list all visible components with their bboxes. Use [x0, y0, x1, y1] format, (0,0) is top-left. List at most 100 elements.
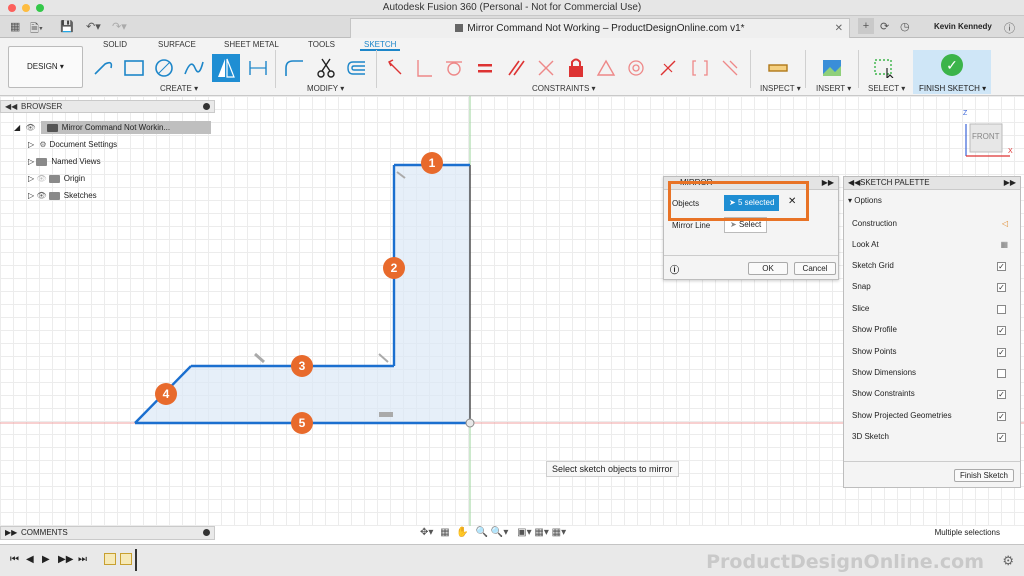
- look-at-icon[interactable]: ▦: [1000, 238, 1008, 252]
- browser-item-named-views[interactable]: ▷ Named Views: [28, 155, 101, 168]
- info-icon[interactable]: ⓘ: [670, 263, 679, 276]
- orbit-icon[interactable]: ✥▾: [420, 527, 433, 538]
- pin-icon[interactable]: [203, 103, 210, 110]
- viewports-icon[interactable]: ▦▾: [552, 527, 566, 538]
- parallel-constraint-icon[interactable]: [504, 56, 528, 80]
- coincident-constraint-icon[interactable]: [383, 56, 407, 80]
- pan-icon[interactable]: ✋: [456, 527, 468, 538]
- equal-constraint-icon[interactable]: [473, 56, 497, 80]
- curvature-constraint-icon[interactable]: [718, 56, 742, 80]
- trim-tool-icon[interactable]: [314, 56, 338, 80]
- circle-tool-icon[interactable]: [152, 56, 176, 80]
- palette-row-show-dimensions[interactable]: Show Dimensions: [852, 366, 1012, 380]
- play-icon[interactable]: ▶: [42, 554, 50, 565]
- collinear-constraint-icon[interactable]: [534, 56, 558, 80]
- step-back-icon[interactable]: ◀: [26, 554, 34, 565]
- user-name[interactable]: Kevin Kennedy: [934, 22, 992, 31]
- show-dimensions-checkbox[interactable]: [997, 369, 1006, 378]
- view-cube[interactable]: Z X FRONT: [962, 110, 1014, 160]
- modify-menu[interactable]: MODIFY ▾: [307, 84, 344, 93]
- browser-item-sketches[interactable]: ▷ 👁 Sketches: [28, 189, 97, 202]
- 3d-sketch-checkbox[interactable]: ✓: [997, 433, 1006, 442]
- cancel-button[interactable]: Cancel: [794, 262, 836, 275]
- spline-tool-icon[interactable]: [182, 56, 206, 80]
- finish-sketch-area[interactable]: ✓ FINISH SKETCH ▾: [913, 50, 991, 94]
- close-window-button[interactable]: [8, 4, 16, 12]
- options-section[interactable]: ▾ Options: [848, 196, 882, 205]
- create-menu[interactable]: CREATE ▾: [160, 84, 198, 93]
- tab-surface[interactable]: SURFACE: [158, 40, 196, 49]
- palette-row-show-points[interactable]: Show Points ✓: [852, 345, 1012, 359]
- go-to-start-icon[interactable]: ⏮: [10, 554, 19, 565]
- sketch-palette-header[interactable]: ◀◀ SKETCH PALETTE ▶▶: [844, 177, 1020, 190]
- browser-item-document-settings[interactable]: ▷ ⚙ Document Settings: [28, 138, 117, 151]
- palette-row-slice[interactable]: Slice: [852, 302, 1012, 316]
- construction-icon[interactable]: ◁: [1002, 217, 1008, 231]
- eye-icon[interactable]: 👁: [36, 191, 46, 200]
- show-profile-checkbox[interactable]: ✓: [997, 326, 1006, 335]
- save-icon[interactable]: 💾: [60, 20, 74, 33]
- step-forward-icon[interactable]: ▶▶: [58, 554, 73, 565]
- maximize-window-button[interactable]: [36, 4, 44, 12]
- palette-row-look-at[interactable]: Look At ▦: [852, 238, 1012, 252]
- document-tab[interactable]: Mirror Command Not Working – ProductDesi…: [350, 18, 850, 38]
- dimension-tool-icon[interactable]: [246, 56, 270, 80]
- data-panel-icon[interactable]: ▦: [10, 20, 20, 33]
- fix-constraint-icon[interactable]: [564, 56, 588, 80]
- palette-row-show-constraints[interactable]: Show Constraints ✓: [852, 387, 1012, 401]
- show-constraints-checkbox[interactable]: ✓: [997, 390, 1006, 399]
- go-to-end-icon[interactable]: ⏭: [78, 554, 87, 565]
- add-comment-icon[interactable]: [203, 529, 210, 536]
- tab-sheet-metal[interactable]: SHEET METAL: [224, 40, 279, 49]
- symmetry-constraint-icon[interactable]: [688, 56, 712, 80]
- browser-root[interactable]: ◢ 👁 Mirror Command Not Workin...: [14, 121, 214, 134]
- browser-header[interactable]: ◀◀ BROWSER: [0, 100, 215, 113]
- insert-menu[interactable]: INSERT ▾: [816, 84, 851, 93]
- fillet-tool-icon[interactable]: [282, 56, 306, 80]
- tab-tools[interactable]: TOOLS: [308, 40, 335, 49]
- timeline-sketch-feature-icon[interactable]: [104, 553, 116, 565]
- insert-image-icon[interactable]: [820, 56, 844, 80]
- offset-tool-icon[interactable]: [344, 56, 368, 80]
- inspect-menu[interactable]: INSPECT ▾: [760, 84, 801, 93]
- line-tool-icon[interactable]: [92, 56, 116, 80]
- grid-settings-icon[interactable]: ▦▾: [534, 527, 548, 538]
- comments-panel[interactable]: ▶▶ COMMENTS: [0, 526, 215, 540]
- perpendicular-constraint-icon[interactable]: [412, 56, 436, 80]
- select-menu[interactable]: SELECT ▾: [868, 84, 905, 93]
- close-tab-icon[interactable]: ✕: [835, 19, 843, 38]
- tab-solid[interactable]: SOLID: [103, 40, 127, 49]
- slice-checkbox[interactable]: [997, 305, 1006, 314]
- expand-dialog-icon[interactable]: ▶▶: [822, 177, 834, 189]
- undo-icon[interactable]: ↶▾: [86, 20, 101, 33]
- ok-button[interactable]: OK: [748, 262, 788, 275]
- palette-row-show-profile[interactable]: Show Profile ✓: [852, 323, 1012, 337]
- collapse-icon[interactable]: ◀◀: [848, 177, 860, 189]
- mirror-tool-icon[interactable]: [212, 54, 240, 82]
- constraints-menu[interactable]: CONSTRAINTS ▾: [532, 84, 596, 93]
- palette-row-snap[interactable]: Snap ✓: [852, 280, 1012, 294]
- minimize-window-button[interactable]: [22, 4, 30, 12]
- eye-hidden-icon[interactable]: 👁: [36, 174, 46, 183]
- sketch-grid-checkbox[interactable]: ✓: [997, 262, 1006, 271]
- collapse-icon[interactable]: ◀◀: [5, 101, 17, 113]
- show-projected-geometries-checkbox[interactable]: ✓: [997, 412, 1006, 421]
- expand-icon[interactable]: ▶▶: [1004, 177, 1016, 189]
- expand-icon[interactable]: ◢: [14, 123, 20, 132]
- look-at-icon[interactable]: ▦: [440, 527, 449, 538]
- concentric-constraint-icon[interactable]: [624, 56, 648, 80]
- tangent-constraint-icon[interactable]: [442, 56, 466, 80]
- job-status-icon[interactable]: ⟳: [880, 20, 889, 33]
- select-tool-icon[interactable]: [872, 56, 896, 80]
- timeline-sketch-feature-icon[interactable]: [120, 553, 132, 565]
- timeline-marker[interactable]: [135, 549, 137, 571]
- zoom-icon[interactable]: 🔍: [476, 527, 488, 538]
- tab-sketch[interactable]: SKETCH: [360, 40, 401, 51]
- finish-sketch-button[interactable]: Finish Sketch: [954, 469, 1014, 482]
- show-points-checkbox[interactable]: ✓: [997, 348, 1006, 357]
- help-icon[interactable]: ⓘ: [1004, 20, 1015, 36]
- palette-row-show-projected-geometries[interactable]: Show Projected Geometries ✓: [852, 409, 1012, 423]
- rectangle-tool-icon[interactable]: [122, 56, 146, 80]
- notifications-icon[interactable]: ◷: [900, 20, 910, 33]
- snap-checkbox[interactable]: ✓: [997, 283, 1006, 292]
